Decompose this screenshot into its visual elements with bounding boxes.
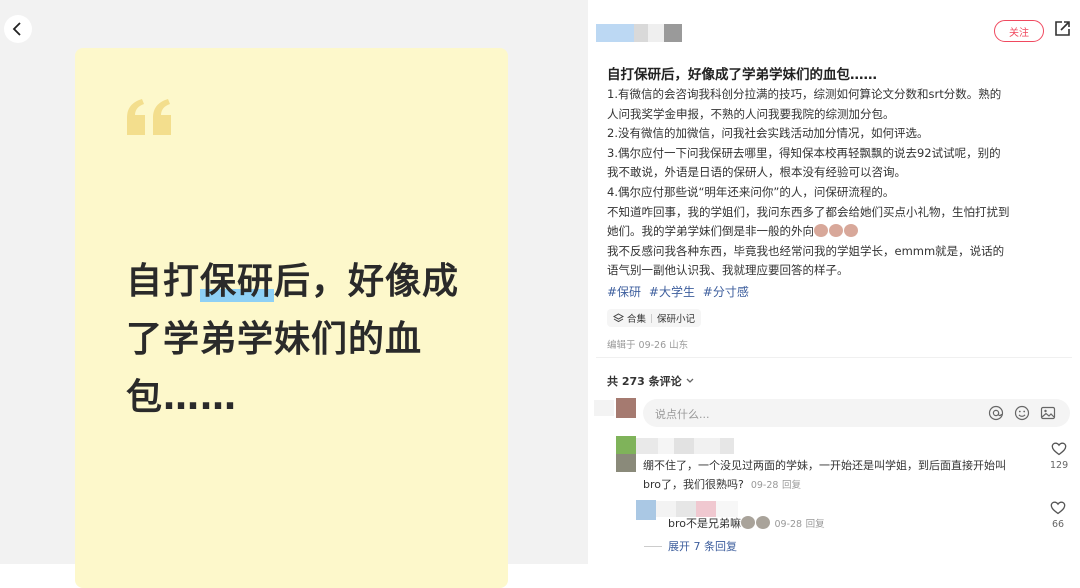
share-icon[interactable]	[1053, 20, 1071, 38]
chevron-down-icon	[686, 378, 694, 383]
like-button[interactable]: 66	[1050, 501, 1066, 530]
post-media-panel: 自打保研后，好像成了学弟学妹们的血包……	[0, 0, 588, 588]
comment-text: 绷不住了，一个没见过两面的学妹，一开始还是叫学姐，到后面直接开始叫 bro了，我…	[643, 459, 1006, 491]
quote-mark-icon	[127, 99, 171, 135]
post-body-line: 语气别一副他认识我、我就理应要回答的样子。	[607, 263, 849, 278]
post-body-line: 她们。我的学弟学妹们倒是非一般的外向	[607, 222, 1063, 242]
emoji-icon	[741, 516, 755, 529]
post-detail-panel: 关注 自打保研后，好像成了学弟学妹们的血包…… 1.有微信的会咨询我科创分拉满的…	[588, 0, 1080, 564]
tag-link[interactable]: #保研	[607, 285, 641, 299]
avatar[interactable]	[636, 500, 656, 520]
post-title: 自打保研后，好像成了学弟学妹们的血包……	[607, 67, 877, 83]
avatar	[594, 398, 636, 418]
emoji-icon[interactable]	[1014, 405, 1030, 421]
heart-icon	[1050, 501, 1066, 515]
like-count: 129	[1050, 460, 1069, 471]
edit-info: 编辑于 09-26 山东	[607, 340, 689, 351]
like-button[interactable]: 129	[1050, 442, 1068, 471]
post-body-line: 我不敢说，外语是日语的保研人，根本没有经验可以咨询。	[607, 165, 906, 180]
image-icon[interactable]	[1040, 405, 1056, 421]
at-icon[interactable]	[988, 405, 1004, 421]
post-body-line: 2.没有微信的加微信，问我社会实践活动加分情况，如何评选。	[607, 126, 929, 141]
reply-item: bro不是兄弟嘛 09-28 回复 66	[588, 496, 1080, 536]
emoji-icon	[756, 516, 770, 529]
divider	[644, 545, 662, 547]
like-count: 66	[1051, 519, 1065, 530]
heart-icon	[1051, 442, 1067, 456]
collection-label: 合集	[627, 314, 647, 325]
post-body-line: 1.有微信的会咨询我科创分拉满的技巧，综测如何算论文分数和srt分数。熟的	[607, 87, 1002, 101]
cover-title-highlight: 保研	[200, 261, 275, 302]
expand-replies-button[interactable]: 展开 7 条回复	[644, 538, 737, 554]
emoji-icon	[844, 224, 858, 238]
reply-button[interactable]: 回复	[806, 519, 825, 530]
back-button[interactable]	[4, 15, 32, 43]
cover-image: 自打保研后，好像成了学弟学妹们的血包……	[75, 48, 508, 588]
follow-button[interactable]: 关注	[994, 20, 1044, 42]
author-avatar-and-name[interactable]	[596, 24, 682, 42]
tag-link[interactable]: #大学生	[649, 285, 695, 299]
divider	[596, 357, 1072, 358]
collection-name: 保研小记	[657, 314, 696, 325]
post-body-line: 我不反感问我各种东西，毕竟我也经常问我的学姐学长，emmm就是，说话的	[607, 243, 1005, 258]
emoji-icon	[829, 224, 843, 238]
post-body-line: 3.偶尔应付一下问我保研去哪里，得知保本校再轻飘飘的说去92试试呢，别的	[607, 145, 1001, 160]
comment-input-placeholder: 说点什么...	[655, 408, 710, 421]
post-body: 1.有微信的会咨询我科创分拉满的技巧，综测如何算论文分数和srt分数。熟的 人问…	[607, 85, 1063, 281]
avatar[interactable]	[616, 436, 636, 472]
comment-date: 09-28	[750, 480, 779, 491]
post-body-line: 不知道咋回事，我的学姐们，我问东西多了都会给她们买点小礼物，生怕打扰到	[607, 204, 1010, 219]
layers-icon	[613, 312, 624, 322]
cover-title: 自打保研后，好像成了学弟学妹们的血包……	[126, 261, 460, 418]
back-arrow-icon	[12, 22, 21, 36]
comment-author[interactable]	[636, 438, 734, 454]
tag-link[interactable]: #分寸感	[703, 285, 749, 299]
comment-input[interactable]: 说点什么...	[643, 399, 1070, 427]
comment-text: bro不是兄弟嘛 09-28 回复	[668, 516, 825, 530]
expand-replies-label: 展开 7 条回复	[668, 540, 737, 553]
collection-chip[interactable]: 合集 保研小记	[607, 309, 702, 327]
comment-item: 绷不住了，一个没见过两面的学妹，一开始还是叫学姐，到后面直接开始叫 bro了，我…	[588, 436, 1080, 496]
tag-list: #保研 #大学生 #分寸感	[607, 283, 753, 300]
divider	[651, 313, 653, 323]
reply-button[interactable]: 回复	[782, 480, 801, 491]
emoji-icon	[814, 224, 828, 238]
comment-count: 共 273 条评论	[607, 375, 682, 388]
post-body-line: 4.偶尔应付那些说“明年还来问你”的人，问保研流程的。	[607, 184, 895, 199]
comment-count-sort[interactable]: 共 273 条评论	[607, 373, 695, 389]
comment-date: 09-28	[774, 519, 803, 530]
post-body-line: 人问我奖学金申报，不熟的人问我要我院的综测加分包。	[607, 106, 895, 121]
